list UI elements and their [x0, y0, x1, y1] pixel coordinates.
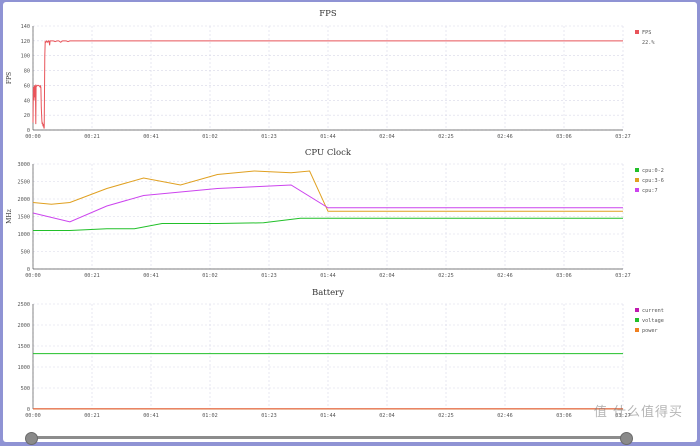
y-tick-label: 120	[21, 39, 30, 45]
y-tick-label: 2500	[18, 302, 31, 308]
legend-swatch	[635, 318, 639, 322]
x-tick-label: 00:21	[84, 134, 100, 140]
x-tick-label: 01:23	[261, 273, 277, 279]
legend-swatch	[635, 188, 639, 192]
y-tick-label: 500	[21, 250, 30, 256]
y-tick-label: 2500	[18, 180, 31, 186]
legend-label: 22.%	[642, 40, 655, 46]
y-tick-label: 20	[24, 113, 30, 119]
x-tick-label: 00:41	[143, 413, 159, 419]
x-tick-label: 02:25	[438, 273, 454, 279]
x-tick-label: 01:02	[202, 134, 218, 140]
y-tick-label: 2000	[18, 197, 31, 203]
legend-swatch	[635, 328, 639, 332]
x-tick-label: 03:27	[615, 273, 631, 279]
y-tick-label: 2000	[18, 323, 31, 329]
panel-title: CPU Clock	[305, 148, 352, 158]
legend-label: power	[642, 328, 658, 334]
x-tick-label: 01:44	[320, 134, 336, 140]
x-tick-label: 01:44	[320, 413, 336, 419]
legend-swatch	[635, 30, 639, 34]
x-tick-label: 01:23	[261, 134, 277, 140]
x-tick-label: 01:23	[261, 413, 277, 419]
watermark: 值 什么值得买	[593, 405, 683, 420]
legend-label: cpu:3-6	[642, 178, 664, 184]
x-tick-label: 02:04	[379, 134, 395, 140]
y-tick-label: 80	[24, 69, 30, 75]
legend-label: cpu:0-2	[642, 168, 664, 174]
panel-title: FPS	[319, 9, 337, 19]
x-tick-label: 02:04	[379, 413, 395, 419]
x-tick-label: 03:06	[556, 413, 572, 419]
x-tick-label: 00:41	[143, 273, 159, 279]
y-tick-label: 1500	[18, 215, 31, 221]
legend-label: FPS	[642, 30, 651, 36]
y-tick-label: 40	[24, 98, 30, 104]
legend-label: cpu:7	[642, 188, 658, 194]
legend-swatch	[635, 178, 639, 182]
x-tick-label: 03:06	[556, 134, 572, 140]
y-tick-label: 3000	[18, 162, 31, 168]
x-tick-label: 00:21	[84, 413, 100, 419]
y-tick-label: 100	[21, 54, 30, 60]
time-range-slider[interactable]	[30, 436, 630, 439]
x-tick-label: 03:06	[556, 273, 572, 279]
x-tick-label: 00:00	[25, 413, 41, 419]
charts-canvas: FPSFPS02040608010012014000:00 00:21 00:41 0…	[6, 9, 664, 419]
y-axis-label: MHz	[6, 209, 13, 224]
x-tick-label: 02:25	[438, 134, 454, 140]
x-tick-label: 00:21	[84, 273, 100, 279]
panel-title: Battery	[312, 288, 344, 298]
y-tick-label: 1000	[18, 232, 31, 238]
y-tick-label: 500	[21, 386, 30, 392]
legend-swatch	[635, 168, 639, 172]
x-tick-label: 01:02	[202, 273, 218, 279]
y-tick-label: 1500	[18, 344, 31, 350]
x-tick-label: 02:04	[379, 273, 395, 279]
legend-label: current	[642, 308, 664, 314]
x-tick-label: 00:00	[25, 273, 41, 279]
x-tick-label: 00:41	[143, 134, 159, 140]
slider-start-handle[interactable]	[25, 432, 38, 445]
x-tick-label: 03:27	[615, 134, 631, 140]
x-tick-label: 01:44	[320, 273, 336, 279]
x-tick-label: 00:00	[25, 134, 41, 140]
x-tick-label: 02:25	[438, 413, 454, 419]
slider-end-handle[interactable]	[620, 432, 633, 445]
legend-label: voltage	[642, 318, 664, 324]
x-tick-label: 02:46	[497, 413, 513, 419]
x-tick-label: 02:46	[497, 134, 513, 140]
y-tick-label: 60	[24, 83, 30, 89]
y-tick-label: 1000	[18, 365, 31, 371]
y-tick-label: 140	[21, 24, 30, 30]
legend-swatch	[635, 308, 639, 312]
x-tick-label: 02:46	[497, 273, 513, 279]
y-axis-label: FPS	[6, 72, 13, 84]
x-tick-label: 01:02	[202, 413, 218, 419]
chart-window: FPS FPS 0 20 40 60 80 100 120 140 00:00 00:21 00:41 0…	[3, 2, 697, 442]
